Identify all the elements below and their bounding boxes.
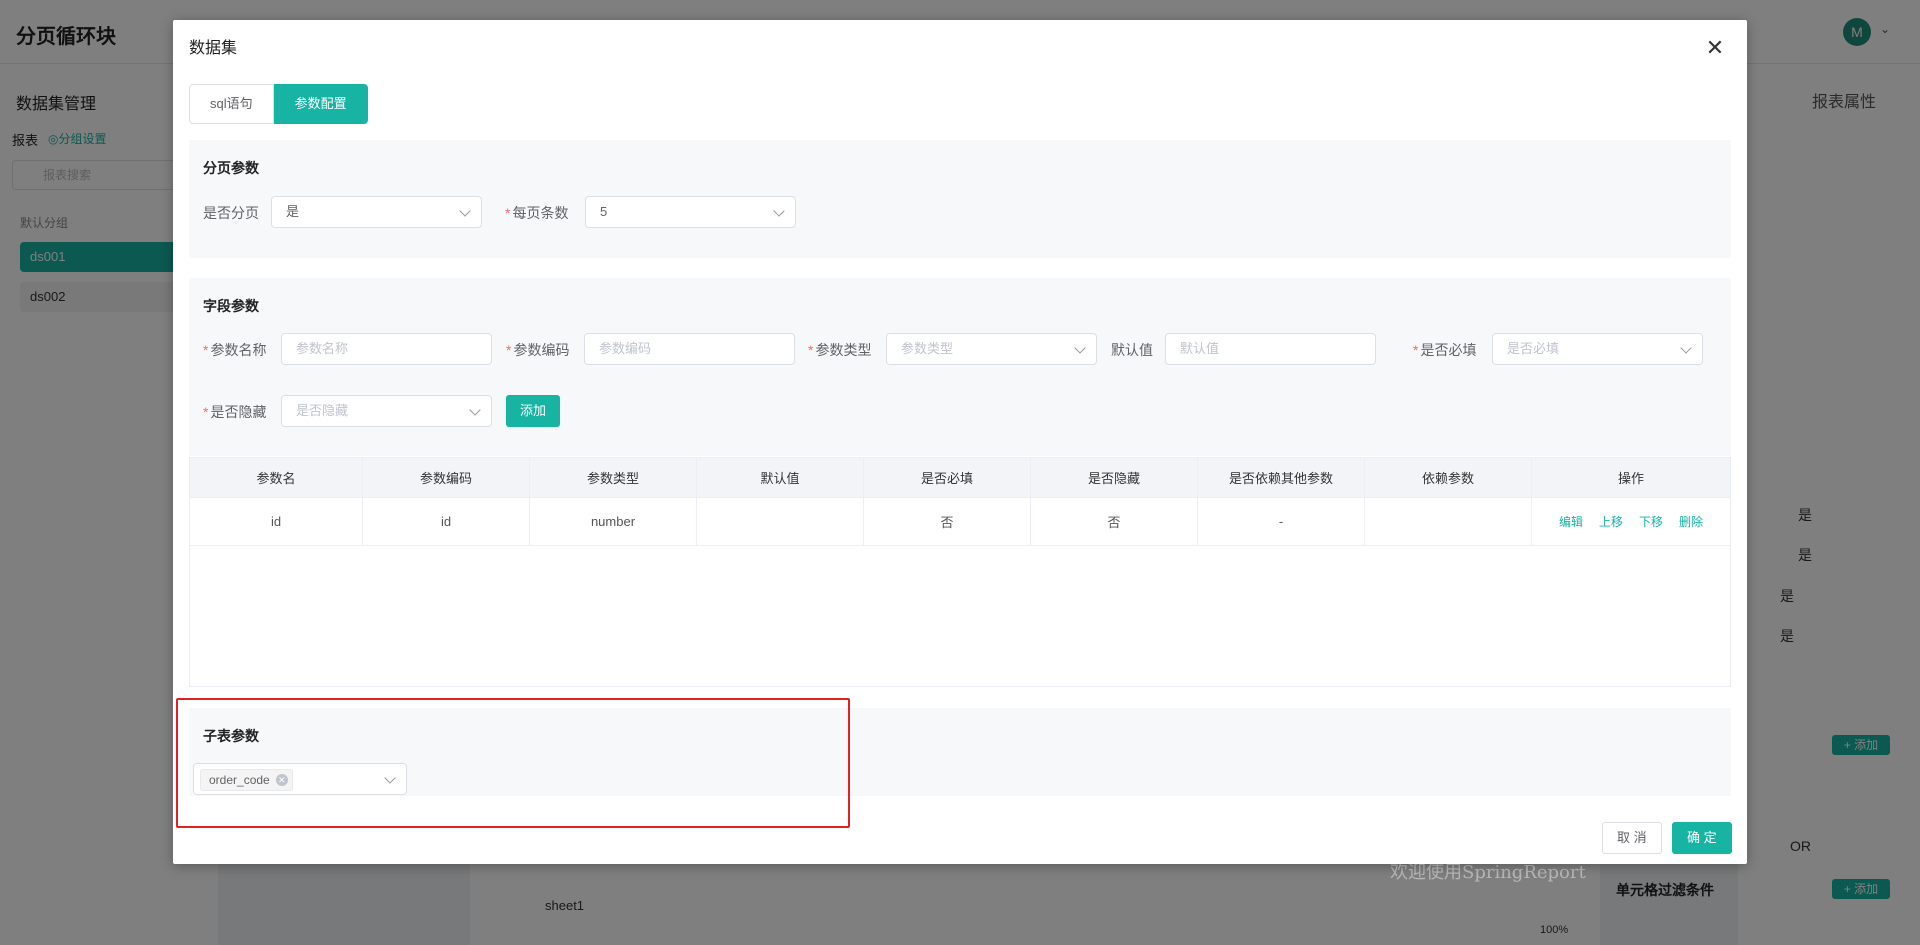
close-icon[interactable]: ✕ xyxy=(1703,36,1727,60)
table-row: id id number 否 否 - 编辑 上移 下移 删除 xyxy=(190,498,1730,546)
hidden-label: * 是否隐藏 xyxy=(203,404,267,420)
table-cell: 否 xyxy=(1031,498,1198,545)
table-cell: id xyxy=(363,498,530,545)
paging-section-title: 分页参数 xyxy=(203,160,259,176)
table-header-cell: 是否隐藏 xyxy=(1031,458,1198,497)
table-header-cell: 依赖参数 xyxy=(1365,458,1532,497)
tab-param-config[interactable]: 参数配置 xyxy=(273,84,368,124)
chevron-down-icon xyxy=(459,205,471,217)
page-size-label: * 每页条数 xyxy=(505,205,569,221)
page-size-select[interactable]: 5 xyxy=(585,196,796,228)
highlight-box xyxy=(176,698,850,828)
tab-bar: sql语句 参数配置 xyxy=(189,84,368,124)
edit-link[interactable]: 编辑 xyxy=(1559,513,1583,530)
table-cell xyxy=(1365,498,1532,545)
field-params-title: 字段参数 xyxy=(203,298,259,314)
table-actions-cell: 编辑 上移 下移 删除 xyxy=(1532,498,1730,545)
cancel-button[interactable]: 取 消 xyxy=(1602,822,1662,854)
field-params-section: 字段参数 * 参数名称 参数名称 * 参数编码 参数编码 * 参数类型 参数类型 默认… xyxy=(189,278,1731,456)
table-header-cell: 默认值 xyxy=(697,458,864,497)
param-code-label: * 参数编码 xyxy=(506,342,570,358)
default-value-input[interactable]: 默认值 xyxy=(1165,333,1376,365)
is-paging-label: 是否分页 xyxy=(203,205,259,221)
table-header-cell: 参数编码 xyxy=(363,458,530,497)
move-down-link[interactable]: 下移 xyxy=(1639,513,1663,530)
required-select[interactable]: 是否必填 xyxy=(1492,333,1703,365)
params-table: 参数名 参数编码 参数类型 默认值 是否必填 是否隐藏 是否依赖其他参数 依赖参… xyxy=(189,457,1731,687)
table-cell xyxy=(697,498,864,545)
tab-sql[interactable]: sql语句 xyxy=(189,84,274,124)
table-header-cell: 参数名 xyxy=(190,458,363,497)
param-code-input[interactable]: 参数编码 xyxy=(584,333,795,365)
table-header-cell: 是否依赖其他参数 xyxy=(1198,458,1365,497)
table-header-cell: 参数类型 xyxy=(530,458,697,497)
chevron-down-icon xyxy=(773,205,785,217)
param-name-label: * 参数名称 xyxy=(203,342,267,358)
default-value-label: 默认值 xyxy=(1111,342,1153,358)
table-header: 参数名 参数编码 参数类型 默认值 是否必填 是否隐藏 是否依赖其他参数 依赖参… xyxy=(190,458,1730,498)
param-name-input[interactable]: 参数名称 xyxy=(281,333,492,365)
chevron-down-icon xyxy=(1074,342,1086,354)
chevron-down-icon xyxy=(1680,342,1692,354)
required-label: * 是否必填 xyxy=(1413,342,1477,358)
table-header-cell: 是否必填 xyxy=(864,458,1031,497)
add-param-button[interactable]: 添加 xyxy=(506,395,561,427)
hidden-select[interactable]: 是否隐藏 xyxy=(281,395,492,427)
table-cell: number xyxy=(530,498,697,545)
param-type-label: * 参数类型 xyxy=(808,342,872,358)
table-cell: id xyxy=(190,498,363,545)
param-type-select[interactable]: 参数类型 xyxy=(886,333,1097,365)
confirm-button[interactable]: 确 定 xyxy=(1672,822,1732,854)
chevron-down-icon xyxy=(469,404,481,416)
table-cell: - xyxy=(1198,498,1365,545)
table-header-cell: 操作 xyxy=(1617,471,1644,486)
move-up-link[interactable]: 上移 xyxy=(1599,513,1623,530)
table-cell: 否 xyxy=(864,498,1031,545)
paging-section: 分页参数 是否分页 是 * 每页条数 5 xyxy=(189,140,1731,258)
dialog-title: 数据集 xyxy=(189,40,238,57)
delete-link[interactable]: 删除 xyxy=(1679,513,1703,530)
is-paging-select[interactable]: 是 xyxy=(271,196,482,228)
